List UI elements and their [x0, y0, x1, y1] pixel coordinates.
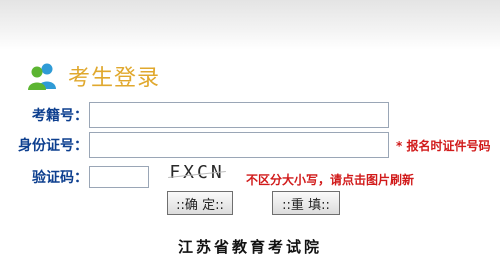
verify-code-row: 验证码： 不区分大小写，请点击图片刷新 [0, 164, 500, 190]
users-icon [28, 63, 56, 90]
confirm-button[interactable]: ::确 定:: [167, 191, 233, 215]
verify-code-label: 验证码： [32, 170, 88, 186]
id-number-label: 身份证号： [18, 138, 88, 154]
captcha-image[interactable]: FXCN [164, 160, 230, 184]
verify-code-input[interactable] [89, 166, 149, 188]
reset-button[interactable]: ::重 填:: [272, 191, 340, 215]
id-number-hint: * 报名时证件号码 [396, 139, 491, 153]
footer-org-name: 江苏省教育考试院 [177, 238, 322, 256]
verify-code-hint: 不区分大小写，请点击图片刷新 [246, 173, 415, 187]
page-title: 考生登录 [68, 66, 161, 91]
top-gradient-band [0, 0, 500, 50]
id-number-input[interactable] [89, 132, 389, 158]
candidate-id-label: 考籍号： [32, 108, 88, 124]
candidate-id-row: 考籍号： [0, 102, 500, 128]
candidate-id-input[interactable] [89, 102, 389, 128]
login-header: 考生登录 [28, 60, 160, 92]
id-number-row: 身份证号： * 报名时证件号码 [0, 132, 500, 158]
